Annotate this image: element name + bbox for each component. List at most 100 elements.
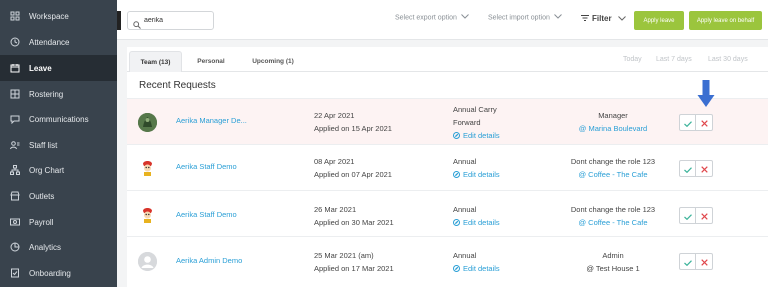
import-select-label: Select import option xyxy=(488,14,550,22)
apply-leave-on-behalf-button[interactable]: Apply leave on behalf xyxy=(689,11,762,30)
sidebar-item-staff-list[interactable]: Staff list xyxy=(0,132,117,158)
tab-team[interactable]: Team (13) xyxy=(129,51,182,72)
sidebar-item-org-chart[interactable]: Org Chart xyxy=(0,157,117,183)
search-icon xyxy=(133,16,141,34)
leave-date: 25 Mar 2021 (am) xyxy=(314,251,374,260)
location[interactable]: @ Coffee - The Cafe xyxy=(539,216,687,229)
org-chart-icon xyxy=(10,165,20,175)
onboarding-icon xyxy=(10,268,20,278)
sidebar-item-label: Outlets xyxy=(29,191,55,201)
sidebar-item-label: Staff list xyxy=(29,140,58,150)
sidebar-item-onboarding[interactable]: Onboarding xyxy=(0,260,117,286)
export-select[interactable]: Select export option xyxy=(395,14,469,21)
search-input[interactable] xyxy=(144,14,210,27)
leave-type: Annual Edit details xyxy=(453,203,500,230)
avatar xyxy=(138,158,157,177)
sidebar-item-label: Analytics xyxy=(29,242,62,252)
tab-upcoming[interactable]: Upcoming (1) xyxy=(242,51,304,72)
sidebar-item-attendance[interactable]: Attendance xyxy=(0,29,117,55)
role-location: Admin @ Test House 1 xyxy=(539,249,687,275)
check-icon xyxy=(683,207,692,225)
import-select[interactable]: Select import option xyxy=(488,14,562,21)
applied-date: Applied on 15 Apr 2021 xyxy=(314,124,392,133)
approve-button[interactable] xyxy=(679,207,696,224)
avatar xyxy=(138,113,157,132)
leave-type: Annual Carry Forward Edit details xyxy=(453,103,500,143)
check-icon xyxy=(683,253,692,271)
role: Dont change the role 123 xyxy=(570,205,656,214)
leave-date: 26 Mar 2021 xyxy=(314,205,357,214)
avatar xyxy=(138,205,157,224)
sidebar-item-leave[interactable]: Leave xyxy=(0,55,117,81)
close-icon xyxy=(700,207,708,225)
edit-details-link[interactable]: Edit details xyxy=(453,129,500,143)
location[interactable]: @ Marina Boulevard xyxy=(539,122,687,135)
filter-dropdown[interactable]: Filter xyxy=(581,14,626,23)
sidebar-item-label: Leave xyxy=(29,63,52,73)
annotation-arrow-icon xyxy=(697,80,715,113)
sidebar-item-label: Onboarding xyxy=(29,268,71,278)
sidebar-item-analytics[interactable]: Analytics xyxy=(0,234,117,260)
range-last-7-days[interactable]: Last 7 days xyxy=(656,56,692,63)
employee-name-link[interactable]: Aerika Manager De... xyxy=(176,116,247,125)
sidebar-item-label: Payroll xyxy=(29,217,54,227)
approve-button[interactable] xyxy=(679,253,696,270)
employee-name-link[interactable]: Aerika Admin Demo xyxy=(176,256,242,265)
location[interactable]: @ Coffee - The Cafe xyxy=(539,168,687,181)
sidebar-item-rostering[interactable]: Rostering xyxy=(0,81,117,107)
sidebar-item-label: Attendance xyxy=(29,37,70,47)
reject-button[interactable] xyxy=(696,207,713,224)
analytics-icon xyxy=(10,242,20,252)
sidebar-item-communications[interactable]: Communications xyxy=(0,106,117,132)
workspace-icon xyxy=(10,11,20,21)
sidebar-item-payroll[interactable]: Payroll xyxy=(0,209,117,235)
calendar-icon xyxy=(10,63,20,73)
staff-list-icon xyxy=(10,140,20,150)
range-today[interactable]: Today xyxy=(623,56,642,63)
reject-button[interactable] xyxy=(696,253,713,270)
edit-icon xyxy=(453,130,460,143)
export-select-label: Select export option xyxy=(395,14,457,22)
applied-date: Applied on 30 Mar 2021 xyxy=(314,218,394,227)
chevron-down-icon xyxy=(554,14,562,21)
sidebar: Workspace Attendance Leave Rostering Com… xyxy=(0,0,117,287)
tab-personal[interactable]: Personal xyxy=(187,51,235,72)
approve-button[interactable] xyxy=(679,114,696,131)
leave-dates: 26 Mar 2021 Applied on 30 Mar 2021 xyxy=(314,203,394,229)
rostering-icon xyxy=(10,89,20,99)
search-field[interactable] xyxy=(127,11,214,30)
filter-label: Filter xyxy=(592,14,612,23)
approve-button[interactable] xyxy=(679,160,696,177)
chat-icon xyxy=(10,114,20,124)
apply-leave-button[interactable]: Apply leave xyxy=(634,11,684,30)
applied-date: Applied on 07 Apr 2021 xyxy=(314,170,392,179)
role-location: Dont change the role 123 @ Coffee - The … xyxy=(539,203,687,229)
reject-button[interactable] xyxy=(696,160,713,177)
leave-dates: 08 Apr 2021 Applied on 07 Apr 2021 xyxy=(314,155,392,181)
edit-icon xyxy=(453,217,460,230)
table-row: Aerika Staff Demo 26 Mar 2021 Applied on… xyxy=(127,190,768,236)
role: Dont change the role 123 xyxy=(570,157,656,166)
range-last-30-days[interactable]: Last 30 days xyxy=(708,56,748,63)
table-row: Aerika Staff Demo 08 Apr 2021 Applied on… xyxy=(127,144,768,190)
sidebar-item-label: Communications xyxy=(29,114,89,124)
sidebar-item-workspace[interactable]: Workspace xyxy=(0,3,117,29)
role: Manager xyxy=(598,111,628,120)
edit-details-link[interactable]: Edit details xyxy=(453,168,500,182)
leave-type-line: Annual xyxy=(453,157,477,166)
sidebar-collapse-handle[interactable] xyxy=(117,11,121,30)
edit-details-link[interactable]: Edit details xyxy=(453,216,500,230)
edit-details-link[interactable]: Edit details xyxy=(453,262,500,276)
sidebar-item-label: Rostering xyxy=(29,89,64,99)
leave-date: 08 Apr 2021 xyxy=(314,157,355,166)
table-row: Aerika Manager De... 22 Apr 2021 Applied… xyxy=(127,98,768,144)
section-title: Recent Requests xyxy=(139,80,216,91)
employee-name-link[interactable]: Aerika Staff Demo xyxy=(176,162,237,171)
applied-date: Applied on 17 Mar 2021 xyxy=(314,264,394,273)
reject-button[interactable] xyxy=(696,114,713,131)
role: Admin xyxy=(602,251,624,260)
payroll-icon xyxy=(10,217,20,227)
close-icon xyxy=(700,160,708,178)
sidebar-item-outlets[interactable]: Outlets xyxy=(0,183,117,209)
employee-name-link[interactable]: Aerika Staff Demo xyxy=(176,210,237,219)
